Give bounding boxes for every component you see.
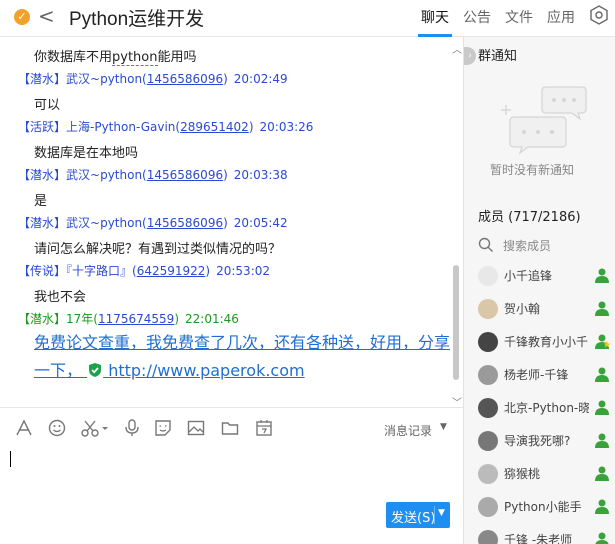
members-title: 成员 (717/2186) bbox=[478, 210, 581, 225]
admin-icon bbox=[595, 367, 609, 382]
tab-apps[interactable]: 应用 bbox=[547, 7, 575, 27]
caret-down-icon[interactable]: ▼ bbox=[440, 422, 447, 432]
notice-empty-text: 暂时没有新通知 bbox=[490, 163, 575, 177]
member-item[interactable]: 小千追锋 bbox=[464, 262, 615, 290]
member-item[interactable]: Python小能手 bbox=[464, 493, 615, 521]
scroll-up-icon[interactable]: ︿ bbox=[452, 41, 462, 56]
search-icon[interactable] bbox=[478, 237, 494, 253]
tab-chat[interactable]: 聊天 bbox=[421, 7, 449, 27]
member-name: 贺小翰 bbox=[504, 302, 541, 316]
sender-id-link[interactable]: 1456586096 bbox=[147, 168, 223, 182]
member-item[interactable]: 猕猴桃 bbox=[464, 460, 615, 488]
member-name: 猕猴桃 bbox=[504, 467, 541, 481]
send-divider bbox=[434, 506, 435, 524]
owner-icon bbox=[595, 334, 611, 349]
message-sender: 【活跃】上海-Python-Gavin(289651402) 20:03:26 bbox=[18, 120, 314, 134]
scissors-icon[interactable] bbox=[80, 418, 110, 438]
notice-title: 群通知 bbox=[478, 49, 518, 64]
avatar bbox=[478, 299, 498, 319]
avatar bbox=[478, 398, 498, 418]
group-title: Python运维开发 bbox=[69, 9, 205, 30]
message-sender: 【传说】『十字路口』(642591922) 20:53:02 bbox=[18, 264, 271, 278]
member-item[interactable]: 杨老师-千锋 bbox=[464, 361, 615, 389]
sender-id-link[interactable]: 1456586096 bbox=[147, 216, 223, 230]
folder-icon[interactable] bbox=[220, 418, 240, 438]
tab-files[interactable]: 文件 bbox=[505, 7, 533, 27]
sender-id-link[interactable]: 642591922 bbox=[137, 264, 206, 278]
message-sender: 【潜水】武汉~python(1456586096) 20:05:42 bbox=[18, 216, 288, 230]
admin-icon bbox=[595, 301, 609, 316]
message-sender: 【潜水】武汉~python(1456586096) 20:02:49 bbox=[18, 72, 288, 86]
member-item[interactable]: 千锋 -朱老师 bbox=[464, 526, 615, 544]
emoji-icon[interactable] bbox=[47, 418, 67, 438]
admin-icon bbox=[595, 400, 609, 415]
member-item[interactable]: 贺小翰 bbox=[464, 295, 615, 323]
font-icon[interactable] bbox=[14, 418, 34, 438]
member-name: 千锋教育小小千 bbox=[504, 335, 589, 349]
check-badge-icon: ✓ bbox=[14, 9, 30, 25]
collapse-panel-icon[interactable]: › bbox=[464, 47, 476, 65]
admin-icon bbox=[595, 466, 609, 481]
member-name: 小千追锋 bbox=[504, 269, 553, 283]
chat-header: ✓ < Python运维开发 聊天 公告 文件 应用 bbox=[0, 0, 615, 37]
tab-announcements[interactable]: 公告 bbox=[463, 7, 491, 27]
avatar bbox=[478, 332, 498, 352]
avatar bbox=[478, 431, 498, 451]
message-text: 请问怎么解决呢？有遇到过类似情况的吗？ bbox=[34, 242, 282, 257]
image-icon[interactable] bbox=[186, 418, 206, 438]
member-item[interactable]: 北京-Python-晓 bbox=[464, 394, 615, 422]
avatar bbox=[478, 365, 498, 385]
message-ad-link[interactable]: 免费论文查重，我免费查了几次，还有各种送，好用，分享 bbox=[34, 329, 454, 357]
group-side-panel: › 群通知 暂时没有新通知 成员 (717/2186) 搜索成员 小千追锋贺小翰… bbox=[463, 37, 615, 544]
sender-id-link[interactable]: 289651402 bbox=[180, 120, 249, 134]
message-text: 我也不会 bbox=[34, 290, 87, 305]
member-name: Python小能手 bbox=[504, 500, 582, 514]
chat-history[interactable]: 你数据库不用python能用吗 【潜水】武汉~python(1456586096… bbox=[0, 37, 463, 407]
text-caret bbox=[10, 451, 11, 467]
message-text: 你数据库不用python能用吗 bbox=[34, 50, 197, 66]
avatar bbox=[478, 530, 498, 544]
member-name: 导演我死哪? bbox=[504, 434, 571, 448]
message-text: 是 bbox=[34, 194, 48, 209]
sticker-icon[interactable] bbox=[153, 418, 173, 438]
avatar bbox=[478, 464, 498, 484]
message-text: 可以 bbox=[34, 98, 61, 113]
calendar-icon[interactable] bbox=[254, 418, 274, 438]
member-item[interactable]: 导演我死哪? bbox=[464, 427, 615, 455]
message-text: 数据库是在本地吗 bbox=[34, 146, 139, 161]
message-link[interactable]: python bbox=[112, 50, 158, 66]
admin-icon bbox=[595, 433, 609, 448]
send-options-icon[interactable]: ▼ bbox=[438, 508, 445, 518]
message-history-button[interactable]: 消息记录 bbox=[384, 422, 432, 439]
member-name: 杨老师-千锋 bbox=[504, 368, 569, 382]
empty-notice-illustration bbox=[501, 86, 587, 155]
member-name: 北京-Python-晓 bbox=[504, 401, 589, 415]
avatar bbox=[478, 497, 498, 517]
member-search-input[interactable]: 搜索成员 bbox=[503, 237, 551, 254]
hexagon-settings-icon[interactable] bbox=[589, 5, 609, 25]
message-input[interactable]: 发送(S) ▼ bbox=[0, 447, 463, 544]
member-name: 千锋 -朱老师 bbox=[504, 533, 573, 544]
admin-icon bbox=[595, 268, 609, 283]
sender-id-link[interactable]: 1175674559 bbox=[98, 312, 174, 326]
message-ad-link-2[interactable]: 一下， http://www.paperok.com bbox=[34, 357, 305, 385]
shield-check-icon bbox=[89, 363, 102, 377]
message-sender: 【潜水】17年(1175674559) 22:01:46 bbox=[18, 312, 239, 326]
send-button[interactable]: 发送(S) ▼ bbox=[386, 502, 450, 528]
chevron-left-icon[interactable]: < bbox=[38, 6, 55, 26]
microphone-icon[interactable] bbox=[122, 418, 142, 438]
sender-id-link[interactable]: 1456586096 bbox=[147, 72, 223, 86]
admin-icon bbox=[595, 499, 609, 514]
scrollbar-thumb[interactable] bbox=[453, 265, 459, 380]
message-toolbar: 消息记录 ▼ bbox=[0, 407, 463, 447]
member-item[interactable]: 千锋教育小小千 bbox=[464, 328, 615, 356]
message-sender: 【潜水】武汉~python(1456586096) 20:03:38 bbox=[18, 168, 288, 182]
admin-icon bbox=[595, 532, 609, 544]
avatar bbox=[478, 266, 498, 286]
